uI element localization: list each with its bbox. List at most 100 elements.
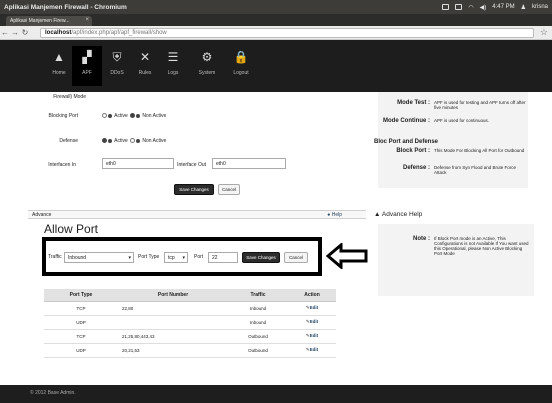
nav-label: APF [82,70,92,76]
url-path: /apf/index.php/apf/apf_firewall/show [71,30,167,36]
address-bar[interactable]: localhost/apf/index.php/apf/apf_firewall… [40,28,534,38]
interface-row: Interfacen In eth0 Interface Out eth0 [30,158,366,174]
back-icon[interactable]: ← [0,28,10,37]
cell-number [118,315,228,330]
table-row: TCP 21,25,80,443,43 Outbound ✎Edit [44,329,336,344]
edit-link[interactable]: ✎Edit [288,301,336,316]
port-input[interactable]: 22 [208,252,238,263]
edit-label: Edit [309,333,319,338]
port-type-select[interactable]: tcp ▾ [164,252,188,263]
dropdown-icon: ▾ [128,255,131,261]
advance-section-header: Advance ● Help [28,210,366,219]
blocking-active-option[interactable]: Active [102,113,128,119]
note-value: If Block Port mode is an Active, This Co… [434,236,529,256]
blocking-nonactive-option[interactable]: Non Active [130,113,166,119]
option-label: Non Active [142,138,167,144]
nav-label: System [198,70,216,76]
edit-label: Edit [309,305,319,310]
port-table: Port Type Port Number Traffic Action TCP… [44,289,336,358]
dropdown-icon: ▾ [182,255,185,261]
cell-traffic: Inbound [228,301,288,316]
bookmark-star-icon[interactable]: ☆ [540,27,548,38]
mode-row: Firewall) Mode [30,94,366,108]
bloc-heading: Bloc Port and Defense [374,139,439,145]
radio-on-icon [108,113,112,118]
port-type-label: Port Type [138,254,160,260]
cancel-port-button[interactable]: Cancel [284,252,308,263]
port-type-value: tcp [168,255,175,261]
os-top-panel: Aplikasi Manjemen Firewall - Chromium ◠ … [0,0,552,14]
url-host: localhost [45,30,72,36]
cell-traffic: Outbound [228,329,288,344]
nav-logs[interactable]: ☰ Logs [158,50,188,76]
lock-icon: 🔒 [233,50,249,64]
volume-icon[interactable]: ◀) [480,4,487,11]
cancel-settings-button[interactable]: Cancel [218,184,240,195]
nav-rules[interactable]: ✕ Rules [130,50,160,76]
browser-tab[interactable]: Aplikasi Manjemen Firew... × [6,16,92,26]
browser-toolbar: ← → ↻ localhost/apf/index.php/apf/apf_fi… [0,26,552,40]
cell-type: UDP [44,315,118,330]
table-row: UDP 20,21,53 Outbound ✎Edit [44,343,336,358]
edit-link[interactable]: ✎Edit [288,343,336,358]
mode-test-value: APF is used for testing and APF turns of… [434,100,526,110]
nav-label: Logout [233,70,249,76]
firewall-icon: ▞ [82,50,92,64]
col-port-type: Port Type [44,289,118,302]
wifi-icon[interactable]: ◠ [468,4,473,11]
cell-type: UDP [44,343,118,358]
nav-system[interactable]: ⚙ System [192,50,222,76]
save-port-button[interactable]: Save Changes [242,252,280,263]
save-settings-button[interactable]: Save Changes [174,184,214,195]
col-action: Action [288,289,336,302]
table-header-row: Port Type Port Number Traffic Action [44,289,336,302]
nav-label: DDoS [110,70,124,76]
nav-home[interactable]: ▲ Home [44,50,74,76]
help-link[interactable]: ● Help [327,212,342,218]
advance-help-label: Advance Help [381,211,423,218]
advance-help-panel: Note : If Block Port mode is an Active, … [378,224,534,296]
tools-icon: ✕ [139,50,151,64]
port-label: Port [194,254,204,260]
browser-tabstrip: Aplikasi Manjemen Firew... × [0,14,552,26]
nav-apf[interactable]: ▞ APF [72,46,102,86]
forward-icon[interactable]: → [10,28,20,37]
edit-link[interactable]: ✎Edit [288,329,336,344]
radio-on-icon[interactable] [130,113,135,119]
option-label: Active [114,138,128,144]
interface-out-input[interactable]: eth0 [212,158,286,169]
reload-icon[interactable]: ↻ [20,28,30,37]
list-icon: ☰ [167,50,179,64]
defense-label: Defense [59,138,78,144]
clock[interactable]: 4:47 PM [492,4,514,10]
edit-link[interactable]: ✎Edit [288,315,336,330]
cell-type: TCP [44,301,118,316]
radio-on-icon [136,113,140,118]
mode-label: Firewall) Mode [53,94,86,100]
defense-value: Defense from Syn Flood and Brute Force A… [434,165,517,175]
table-row: TCP 22,80 Inbound ✎Edit [44,301,336,316]
radio-off-icon[interactable] [102,113,107,119]
advance-help-title: ▲ Advance Help [374,211,422,218]
bloc-help-block: Bloc Port and Defense Block Port : This … [374,138,528,188]
cell-traffic: Inbound [228,315,288,330]
defense-key: Defense : [402,165,430,171]
traffic-value: Inbound [68,255,87,261]
allow-port-title: Allow Port [44,222,99,236]
battery-icon[interactable] [455,4,463,10]
nav-ddos[interactable]: ⛨ DDoS [102,50,132,76]
user-name[interactable]: krisna [532,4,548,10]
nav-logout[interactable]: 🔒 Logout [226,50,256,76]
app-navigation: ▲ Home ▞ APF ⛨ DDoS ✕ Rules ☰ Logs ⚙ Sys… [0,40,552,92]
defense-nonactive-option[interactable]: Non Active [130,138,166,144]
radio-on-icon[interactable] [102,138,107,144]
radio-off-icon[interactable] [130,138,135,144]
nav-label: Logs [167,70,179,76]
defense-active-option[interactable]: Active [102,138,128,144]
close-tab-icon[interactable]: × [85,17,89,23]
mail-icon[interactable] [442,4,450,10]
nav-label: Rules [138,70,152,76]
traffic-select[interactable]: Inbound ▾ [64,252,134,263]
system-tray: ◠ ◀) 4:47 PM ♟ krisna [442,0,548,14]
help-label: Help [331,212,342,218]
